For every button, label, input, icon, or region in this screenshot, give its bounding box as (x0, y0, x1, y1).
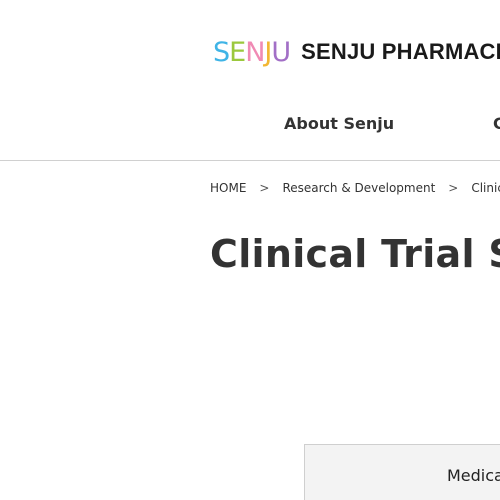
breadcrumb-home[interactable]: HOME (210, 181, 246, 195)
logo-mark: SENJU (213, 36, 291, 68)
page: SENJU SENJU PHARMACE About Senju C HOME … (0, 0, 500, 500)
panel-label: Medica (447, 466, 500, 485)
logo-letter: J (264, 36, 272, 68)
info-panel[interactable]: Medica (304, 444, 500, 500)
breadcrumb-current: Clinical Tr (471, 181, 500, 195)
site-header: SENJU SENJU PHARMACE About Senju C (0, 0, 500, 161)
logo-company-name: SENJU PHARMACE (301, 39, 500, 64)
nav-item-next[interactable]: C (493, 114, 500, 133)
header-divider (0, 160, 500, 161)
logo-letter: N (245, 36, 265, 68)
page-title: Clinical Trial Sum (210, 232, 500, 276)
breadcrumb-separator: > (448, 181, 459, 195)
logo-letter: E (229, 36, 246, 68)
logo-letter: U (271, 36, 291, 68)
nav-item-about-senju[interactable]: About Senju (284, 114, 394, 133)
senju-logo[interactable]: SENJU SENJU PHARMACE (213, 34, 500, 70)
breadcrumb-research-development[interactable]: Research & Development (282, 181, 435, 195)
breadcrumb-separator: > (259, 181, 270, 195)
main-nav: About Senju C (0, 114, 500, 138)
breadcrumb: HOME > Research & Development > Clinical… (210, 181, 500, 195)
logo-letter: S (213, 36, 230, 68)
